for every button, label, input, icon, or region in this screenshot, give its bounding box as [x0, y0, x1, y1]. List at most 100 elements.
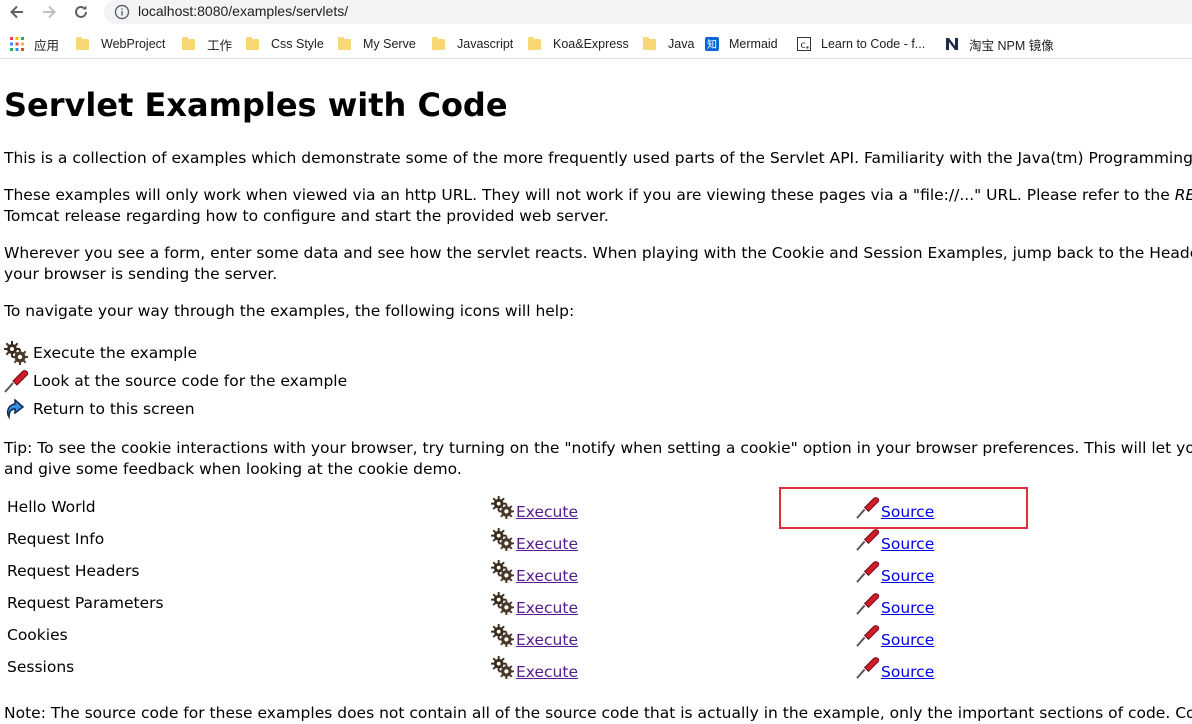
http-note-paragraph: These examples will only work when viewe…	[4, 185, 1192, 206]
folder-icon	[432, 36, 445, 50]
annotation-highlight-box	[779, 487, 1028, 529]
example-row: Sessions Execute Source	[4, 652, 1177, 684]
folder-icon	[643, 36, 656, 50]
bookmark-work[interactable]: 工作	[182, 34, 232, 54]
bookmark-label: Javascript	[457, 37, 514, 51]
execute-cell: Execute	[490, 556, 782, 588]
execute-gears-icon	[4, 340, 28, 365]
page-title: Servlet Examples with Code	[4, 86, 508, 124]
legend-return-text: Return to this screen	[33, 400, 195, 418]
source-cell: Source	[782, 588, 1177, 620]
tip-paragraph: Tip: To see the cookie interactions with…	[4, 439, 1192, 457]
screwdriver-icon	[856, 529, 880, 551]
bookmark-label: Learn to Code - f...	[821, 37, 926, 51]
execute-cell: Execute	[490, 620, 782, 652]
execute-cell: Execute	[490, 492, 782, 524]
example-name: Sessions	[7, 658, 75, 676]
execute-cell: Execute	[490, 652, 782, 684]
navigate-note: To navigate your way through the example…	[4, 302, 575, 320]
execute-link[interactable]: Execute	[516, 599, 578, 617]
freecodecamp-icon: c	[797, 37, 811, 51]
back-arrow-icon	[10, 5, 23, 19]
folder-icon	[76, 36, 89, 50]
folder-icon	[246, 36, 259, 50]
form-note-paragraph-line2: your browser is sending the server.	[4, 265, 278, 283]
bookmark-label: Java	[668, 37, 695, 51]
bookmark-java[interactable]: Java	[643, 34, 694, 54]
execute-gears-icon	[491, 624, 515, 648]
form-note-paragraph: Wherever you see a form, enter some data…	[4, 244, 1192, 262]
example-name: Request Parameters	[7, 594, 164, 612]
execute-gears-icon	[491, 592, 515, 616]
bookmark-my-serve[interactable]: My Serve	[338, 34, 416, 54]
execute-link[interactable]: Execute	[516, 663, 578, 681]
bookmarks-bar: 应用 WebProject 工作 Css Style My Serve Java…	[0, 30, 1192, 59]
bookmark-label: My Serve	[363, 37, 416, 51]
execute-gears-icon	[491, 528, 515, 552]
footer-note: Note: The source code for these examples…	[4, 704, 1192, 722]
svg-text:c: c	[800, 40, 806, 51]
legend-return: Return to this screen	[4, 396, 195, 422]
execute-link[interactable]: Execute	[516, 631, 578, 649]
tip-paragraph-line2: and give some feedback when looking at t…	[4, 460, 462, 478]
readme-reference: READ	[1174, 186, 1192, 204]
source-link[interactable]: Source	[881, 663, 934, 681]
screwdriver-icon	[856, 625, 880, 647]
legend-execute-text: Execute the example	[33, 344, 197, 362]
bookmark-javascript[interactable]: Javascript	[432, 34, 513, 54]
bookmark-label: 工作	[207, 38, 233, 53]
bookmark-mermaid[interactable]: 知 Mermaid	[705, 34, 778, 54]
bookmark-label: WebProject	[101, 37, 166, 51]
execute-gears-icon	[491, 656, 515, 680]
intro-paragraph: This is a collection of examples which d…	[4, 149, 1192, 167]
bookmark-css-style[interactable]: Css Style	[246, 34, 324, 54]
bookmark-label: Mermaid	[729, 37, 778, 51]
source-cell: Source	[782, 556, 1177, 588]
forward-arrow-icon	[43, 5, 56, 19]
folder-icon	[338, 36, 351, 50]
example-row: Request Headers Execute Source	[4, 556, 1177, 588]
reload-button[interactable]	[70, 1, 92, 23]
example-name: Request Headers	[7, 562, 140, 580]
bookmark-label: Koa&Express	[553, 37, 629, 51]
example-name: Cookies	[7, 626, 68, 644]
execute-gears-icon	[491, 560, 515, 584]
address-bar[interactable]: localhost:8080/examples/servlets/	[104, 0, 1192, 24]
return-arrow-icon	[6, 397, 25, 420]
example-row: Request Parameters Execute Source	[4, 588, 1177, 620]
bookmark-freecodecamp[interactable]: c Learn to Code - f...	[797, 34, 925, 54]
source-link[interactable]: Source	[881, 567, 934, 585]
execute-cell: Execute	[490, 524, 782, 556]
source-link[interactable]: Source	[881, 599, 934, 617]
legend-source: Look at the source code for the example	[4, 368, 347, 394]
legend-source-text: Look at the source code for the example	[33, 372, 348, 390]
bookmark-webproject[interactable]: WebProject	[76, 34, 165, 54]
reload-icon	[75, 5, 87, 18]
folder-icon	[182, 36, 195, 50]
bookmark-label: 应用	[34, 38, 60, 53]
forward-button[interactable]	[38, 1, 60, 23]
bookmark-taobao-npm[interactable]: 淘宝 NPM 镜像	[945, 34, 1054, 54]
screwdriver-icon	[856, 593, 880, 615]
svg-text:知: 知	[707, 38, 717, 51]
folder-icon	[528, 36, 541, 50]
bookmark-koa-express[interactable]: Koa&Express	[528, 34, 629, 54]
zhihu-icon: 知	[705, 37, 719, 51]
info-icon	[114, 4, 130, 20]
browser-toolbar: localhost:8080/examples/servlets/	[0, 0, 1192, 26]
execute-link[interactable]: Execute	[516, 567, 578, 585]
screwdriver-icon	[856, 657, 880, 679]
bookmark-apps[interactable]: 应用	[10, 34, 59, 54]
execute-link[interactable]: Execute	[516, 535, 578, 553]
http-note-text: These examples will only work when viewe…	[4, 186, 1175, 204]
source-link[interactable]: Source	[881, 631, 934, 649]
back-button[interactable]	[6, 1, 28, 23]
source-link[interactable]: Source	[881, 535, 934, 553]
execute-link[interactable]: Execute	[516, 503, 578, 521]
screwdriver-icon	[856, 561, 880, 583]
example-row: Cookies Execute Source	[4, 620, 1177, 652]
source-cell: Source	[782, 620, 1177, 652]
bookmark-label: 淘宝 NPM 镜像	[969, 38, 1054, 53]
apps-grid-icon	[10, 37, 24, 51]
execute-gears-icon	[491, 496, 515, 520]
